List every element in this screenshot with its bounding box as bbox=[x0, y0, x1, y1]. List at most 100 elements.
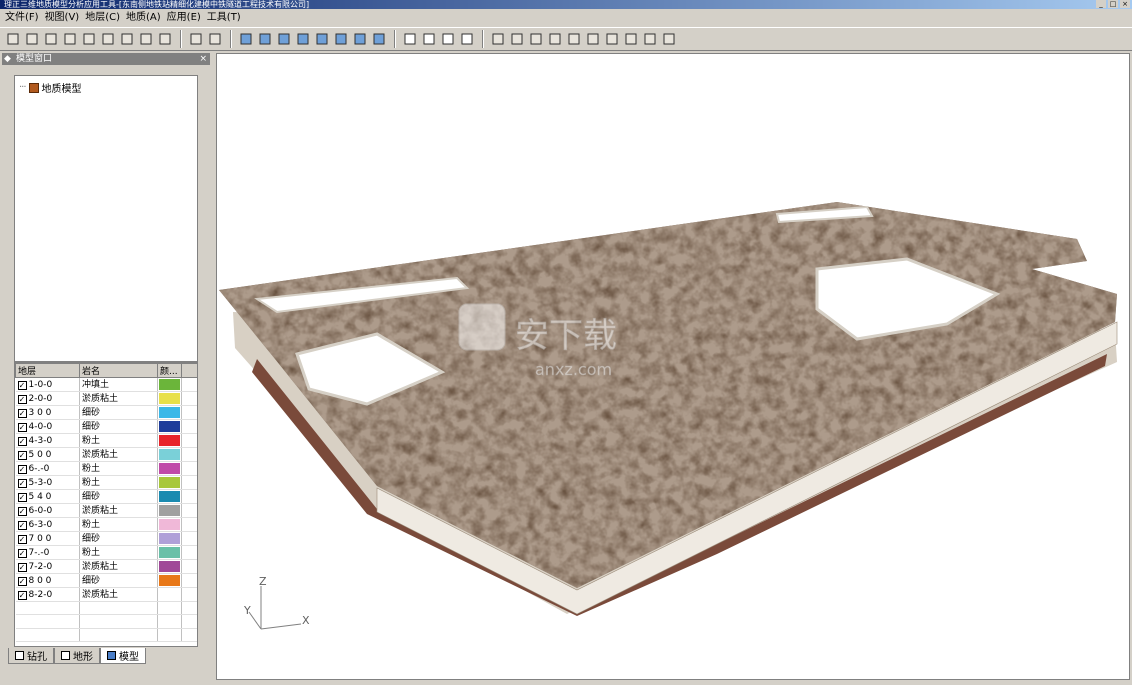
zoom-window-button[interactable] bbox=[439, 30, 457, 48]
col-header-color[interactable]: 颜... bbox=[157, 363, 182, 378]
cube-solid-button[interactable] bbox=[351, 30, 369, 48]
col-header-layer[interactable]: 地层 bbox=[15, 363, 80, 378]
layer-visible-checkbox[interactable]: ✓ bbox=[17, 562, 27, 572]
layer-visible-checkbox[interactable]: ✓ bbox=[17, 548, 27, 558]
zoom-in-button[interactable] bbox=[401, 30, 419, 48]
rotate-y-button[interactable] bbox=[565, 30, 583, 48]
layer-visible-checkbox[interactable]: ✓ bbox=[17, 534, 27, 544]
print-button[interactable] bbox=[80, 30, 98, 48]
rotate-z-button[interactable] bbox=[584, 30, 602, 48]
layer-row[interactable]: ✓ 7-.-0 粉土 bbox=[15, 545, 197, 560]
tab-borehole[interactable]: 钻孔 bbox=[8, 648, 54, 664]
borehole-button[interactable] bbox=[99, 30, 117, 48]
save-button[interactable] bbox=[23, 30, 41, 48]
cube6-button[interactable] bbox=[332, 30, 350, 48]
layer-color-cell[interactable] bbox=[157, 419, 182, 434]
layer-color-cell[interactable] bbox=[157, 517, 182, 532]
layer-row[interactable]: ✓ 5-3-0 粉土 bbox=[15, 475, 197, 490]
layer-color-cell[interactable] bbox=[157, 545, 182, 560]
layer-row[interactable]: ✓ 2-0-0 淤质粘土 bbox=[15, 391, 197, 406]
layer-row[interactable]: ✓ 3 0 0 细砂 bbox=[15, 405, 197, 420]
col-header-name[interactable]: 岩名 bbox=[79, 363, 158, 378]
menu-strata[interactable]: 地层(C) bbox=[82, 10, 123, 26]
panel-close-icon[interactable]: × bbox=[199, 53, 207, 65]
maximize-button[interactable]: □ bbox=[1108, 0, 1118, 8]
cube3-button[interactable] bbox=[275, 30, 293, 48]
rotate-button[interactable] bbox=[527, 30, 545, 48]
layer-visible-checkbox[interactable]: ✓ bbox=[17, 380, 27, 390]
layer-color-cell[interactable] bbox=[157, 447, 182, 462]
import-button[interactable] bbox=[42, 30, 60, 48]
cube1-button[interactable] bbox=[237, 30, 255, 48]
layer-color-cell[interactable] bbox=[157, 531, 182, 546]
arrow-up-button[interactable] bbox=[641, 30, 659, 48]
chart-button[interactable] bbox=[137, 30, 155, 48]
layer-row[interactable]: ✓ 8-2-0 淤质粘土 bbox=[15, 587, 197, 602]
arrow-left-button[interactable] bbox=[622, 30, 640, 48]
layer-visible-checkbox[interactable]: ✓ bbox=[17, 394, 27, 404]
layer-row[interactable]: ✓ 4-3-0 粉土 bbox=[15, 433, 197, 448]
layer-color-cell[interactable] bbox=[157, 377, 182, 392]
layer-row[interactable]: ✓ 8 0 0 细砂 bbox=[15, 573, 197, 588]
layer-row[interactable]: ✓ 6-3-0 粉土 bbox=[15, 517, 197, 532]
layer-color-cell[interactable] bbox=[157, 405, 182, 420]
layer-visible-checkbox[interactable]: ✓ bbox=[17, 492, 27, 502]
minimize-button[interactable]: _ bbox=[1096, 0, 1106, 8]
arrow-down-button[interactable] bbox=[660, 30, 678, 48]
view-front-button[interactable] bbox=[206, 30, 224, 48]
layer-color-cell[interactable] bbox=[157, 587, 182, 602]
cube5-button[interactable] bbox=[313, 30, 331, 48]
export-button[interactable] bbox=[61, 30, 79, 48]
layer-color-cell[interactable] bbox=[157, 475, 182, 490]
layer-visible-checkbox[interactable]: ✓ bbox=[17, 520, 27, 530]
pan-button[interactable] bbox=[508, 30, 526, 48]
tree-node-geology-model[interactable]: ··· 地质模型 bbox=[19, 80, 82, 95]
menu-file[interactable]: 文件(F) bbox=[2, 10, 42, 26]
layer-visible-checkbox[interactable]: ✓ bbox=[17, 436, 27, 446]
layer-row[interactable]: ✓ 1-0-0 冲填土 bbox=[15, 377, 197, 392]
layer-row[interactable]: ✓ 7-2-0 淤质粘土 bbox=[15, 559, 197, 574]
menu-view[interactable]: 视图(V) bbox=[42, 10, 83, 26]
layer-color-cell[interactable] bbox=[157, 489, 182, 504]
layer-visible-checkbox[interactable]: ✓ bbox=[17, 408, 27, 418]
cube2-button[interactable] bbox=[256, 30, 274, 48]
zoom-all-button[interactable] bbox=[458, 30, 476, 48]
arrow-right-button[interactable] bbox=[603, 30, 621, 48]
layer-color-cell[interactable] bbox=[157, 559, 182, 574]
layer-visible-checkbox[interactable]: ✓ bbox=[17, 450, 27, 460]
select-button[interactable] bbox=[489, 30, 507, 48]
tab-model[interactable]: 模型 bbox=[100, 648, 146, 664]
layer-color-cell[interactable] bbox=[157, 391, 182, 406]
open-button[interactable] bbox=[4, 30, 22, 48]
layer-color-cell[interactable] bbox=[157, 573, 182, 588]
pin-icon[interactable]: ◆ bbox=[4, 53, 11, 65]
layer-visible-checkbox[interactable]: ✓ bbox=[17, 576, 27, 586]
section-button[interactable] bbox=[118, 30, 136, 48]
layer-visible-checkbox[interactable]: ✓ bbox=[17, 590, 27, 600]
layer-row[interactable]: ✓ 6-0-0 淤质粘土 bbox=[15, 503, 197, 518]
layer-visible-checkbox[interactable]: ✓ bbox=[17, 478, 27, 488]
layer-color-cell[interactable] bbox=[157, 503, 182, 518]
layer-color-cell[interactable] bbox=[157, 433, 182, 448]
layer-visible-checkbox[interactable]: ✓ bbox=[17, 422, 27, 432]
close-button[interactable]: × bbox=[1120, 0, 1130, 8]
layer-row[interactable]: ✓ 5 4 0 细砂 bbox=[15, 489, 197, 504]
layer-row[interactable]: ✓ 5 0 0 淤质粘土 bbox=[15, 447, 197, 462]
layer-row[interactable]: ✓ 7 0 0 细砂 bbox=[15, 531, 197, 546]
layer-color-cell[interactable] bbox=[157, 461, 182, 476]
rotate-x-button[interactable] bbox=[546, 30, 564, 48]
grid-button[interactable] bbox=[156, 30, 174, 48]
layer-row[interactable]: ✓ 6-.-0 粉土 bbox=[15, 461, 197, 476]
tab-terrain[interactable]: 地形 bbox=[54, 648, 100, 664]
cube4-button[interactable] bbox=[294, 30, 312, 48]
layer-visible-checkbox[interactable]: ✓ bbox=[17, 506, 27, 516]
cube-color-button[interactable] bbox=[370, 30, 388, 48]
layer-row[interactable]: ✓ 4-0-0 细砂 bbox=[15, 419, 197, 434]
layer-visible-checkbox[interactable]: ✓ bbox=[17, 464, 27, 474]
menu-geology[interactable]: 地质(A) bbox=[123, 10, 164, 26]
menu-apply[interactable]: 应用(E) bbox=[164, 10, 204, 26]
3d-viewport[interactable]: Z Y X 安下载 anxz.com bbox=[216, 53, 1130, 680]
menu-tools[interactable]: 工具(T) bbox=[204, 10, 244, 26]
zoom-out-button[interactable] bbox=[420, 30, 438, 48]
view-top-button[interactable] bbox=[187, 30, 205, 48]
